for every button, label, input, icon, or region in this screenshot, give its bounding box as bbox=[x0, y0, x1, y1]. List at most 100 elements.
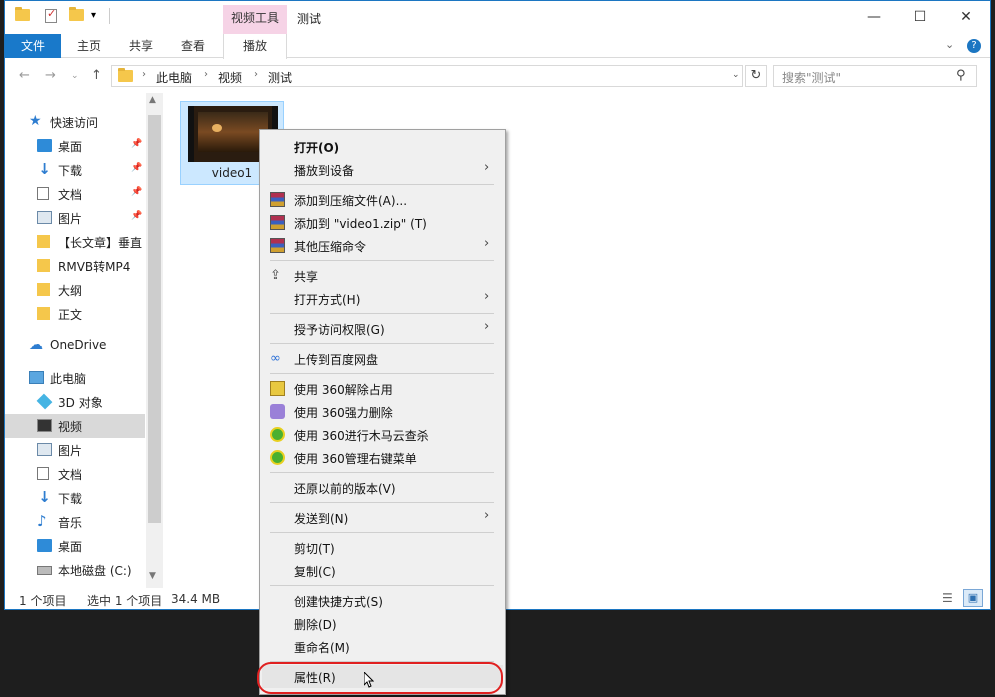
360-unlock-icon bbox=[270, 381, 285, 396]
nav-pane-scrollbar[interactable]: ▲ ▼ bbox=[146, 93, 163, 588]
music-icon: ♪ bbox=[37, 512, 47, 530]
sidebar-item-pictures-pc[interactable]: 图片 bbox=[5, 438, 145, 462]
close-button[interactable]: ✕ bbox=[943, 1, 989, 33]
sidebar-item-folder-rmvb[interactable]: RMVB转MP4 bbox=[5, 254, 145, 278]
menu-item-label: 使用 360进行木马云查杀 bbox=[294, 429, 429, 443]
pin-icon[interactable]: 📌 bbox=[131, 211, 142, 221]
menu-item-create-shortcut[interactable]: 创建快捷方式(S) bbox=[262, 589, 503, 612]
menu-item-delete[interactable]: 删除(D) bbox=[262, 612, 503, 635]
360-shred-icon bbox=[270, 404, 285, 419]
scrollbar-thumb[interactable] bbox=[148, 115, 161, 523]
sidebar-item-local-disk-c[interactable]: 本地磁盘 (C:) bbox=[5, 558, 145, 582]
pin-icon[interactable]: 📌 bbox=[131, 139, 142, 149]
breadcrumb-test[interactable]: 测试 bbox=[268, 69, 292, 86]
menu-item-label: 其他压缩命令 bbox=[294, 240, 367, 254]
tab-play[interactable]: 播放 bbox=[223, 34, 287, 59]
menu-item-copy[interactable]: 复制(C) bbox=[262, 559, 503, 582]
menu-item-open[interactable]: 打开(O) bbox=[262, 135, 503, 158]
submenu-chevron-icon: › bbox=[484, 236, 490, 251]
drive-icon bbox=[37, 566, 52, 575]
tab-view[interactable]: 查看 bbox=[169, 34, 217, 58]
up-arrow-icon[interactable]: ↑ bbox=[91, 68, 102, 83]
sidebar-item-videos[interactable]: 视频 bbox=[5, 414, 145, 438]
menu-item-give-access[interactable]: 授予访问权限(G) › bbox=[262, 317, 503, 340]
menu-item-upload-baidu[interactable]: ∞ 上传到百度网盘 bbox=[262, 347, 503, 370]
sidebar-item-downloads-pc[interactable]: ↓ 下载 bbox=[5, 486, 145, 510]
menu-item-360-manage-menu[interactable]: 使用 360管理右键菜单 bbox=[262, 446, 503, 469]
menu-item-label: 上传到百度网盘 bbox=[294, 353, 379, 367]
large-icons-view-icon[interactable]: ▣ bbox=[963, 589, 983, 607]
sidebar-item-desktop[interactable]: 桌面 📌 bbox=[5, 134, 145, 158]
sidebar-item-documents-pc[interactable]: 文档 bbox=[5, 462, 145, 486]
menu-item-add-to-archive[interactable]: 添加到压缩文件(A)... bbox=[262, 188, 503, 211]
address-dropdown-chevron-icon[interactable]: ⌄ bbox=[732, 70, 740, 80]
menu-item-cut[interactable]: 剪切(T) bbox=[262, 536, 503, 559]
sidebar-item-3d-objects[interactable]: 3D 对象 bbox=[5, 390, 145, 414]
sidebar-item-this-pc[interactable]: 此电脑 bbox=[5, 366, 145, 390]
pin-icon[interactable]: 📌 bbox=[131, 163, 142, 173]
sidebar-item-desktop-pc[interactable]: 桌面 bbox=[5, 534, 145, 558]
menu-item-label: 使用 360管理右键菜单 bbox=[294, 452, 417, 466]
menu-item-cast-to-device[interactable]: 播放到设备 › bbox=[262, 158, 503, 181]
address-bar[interactable]: › 此电脑 › 视频 › 测试 ⌄ bbox=[111, 65, 743, 87]
sidebar-item-folder-article[interactable]: 【长文章】垂直 bbox=[5, 230, 145, 254]
menu-item-send-to[interactable]: 发送到(N) › bbox=[262, 506, 503, 529]
sidebar-item-pictures[interactable]: 图片 📌 bbox=[5, 206, 145, 230]
search-input[interactable]: 搜索"测试" ⚲ bbox=[773, 65, 977, 87]
back-arrow-icon[interactable]: ← bbox=[19, 68, 30, 83]
scroll-up-arrow-icon[interactable]: ▲ bbox=[149, 95, 156, 105]
sidebar-item-quick-access[interactable]: ★ 快速访问 bbox=[5, 110, 145, 134]
menu-divider bbox=[270, 260, 494, 261]
sidebar-item-label: 3D 对象 bbox=[58, 396, 103, 410]
menu-item-rename[interactable]: 重命名(M) bbox=[262, 635, 503, 658]
quick-access-toolbar-dropdown-icon[interactable]: ▾ bbox=[91, 10, 96, 21]
sidebar-item-label: 【长文章】垂直 bbox=[58, 236, 143, 250]
tab-file[interactable]: 文件 bbox=[5, 34, 61, 58]
cloud-icon: ☁ bbox=[29, 337, 43, 353]
sidebar-item-downloads[interactable]: ↓ 下载 📌 bbox=[5, 158, 145, 182]
new-folder-icon[interactable] bbox=[69, 7, 84, 23]
sidebar-item-label: 快速访问 bbox=[50, 116, 99, 130]
breadcrumb-this-pc[interactable]: 此电脑 bbox=[156, 69, 192, 86]
sidebar-item-folder-outline[interactable]: 大纲 bbox=[5, 278, 145, 302]
maximize-button[interactable]: ☐ bbox=[897, 1, 943, 33]
details-view-icon[interactable]: ☰ bbox=[942, 591, 953, 605]
pin-icon[interactable]: 📌 bbox=[131, 187, 142, 197]
menu-item-add-to-zip[interactable]: 添加到 "video1.zip" (T) bbox=[262, 211, 503, 234]
help-icon[interactable]: ? bbox=[967, 39, 981, 53]
menu-item-360-unlock[interactable]: 使用 360解除占用 bbox=[262, 377, 503, 400]
minimize-button[interactable]: — bbox=[851, 1, 897, 33]
sidebar-item-music[interactable]: ♪ 音乐 bbox=[5, 510, 145, 534]
tab-home[interactable]: 主页 bbox=[65, 34, 113, 58]
sidebar-item-folder-body[interactable]: 正文 bbox=[5, 302, 145, 326]
scroll-down-arrow-icon[interactable]: ▼ bbox=[149, 571, 156, 581]
forward-arrow-icon[interactable]: → bbox=[45, 68, 56, 83]
menu-item-label: 还原以前的版本(V) bbox=[294, 482, 396, 496]
expand-ribbon-chevron-icon[interactable]: ⌄ bbox=[945, 38, 954, 51]
menu-item-other-compress[interactable]: 其他压缩命令 › bbox=[262, 234, 503, 257]
menu-divider bbox=[270, 373, 494, 374]
360-scan-icon bbox=[270, 427, 285, 442]
breadcrumb-chevron-icon[interactable]: › bbox=[254, 69, 258, 80]
sidebar-item-label: 下载 bbox=[58, 164, 83, 178]
menu-divider bbox=[270, 472, 494, 473]
menu-item-open-with[interactable]: 打开方式(H) › bbox=[262, 287, 503, 310]
360-scan-icon bbox=[270, 450, 285, 465]
tab-share[interactable]: 共享 bbox=[117, 34, 165, 58]
recent-locations-chevron-icon[interactable]: ⌄ bbox=[71, 71, 79, 81]
share-icon: ⇪ bbox=[270, 268, 281, 283]
breadcrumb-chevron-icon[interactable]: › bbox=[204, 69, 208, 80]
properties-icon[interactable] bbox=[45, 7, 59, 23]
breadcrumb-chevron-icon[interactable]: › bbox=[142, 69, 146, 80]
breadcrumb-videos[interactable]: 视频 bbox=[218, 69, 242, 86]
sidebar-item-documents[interactable]: 文档 📌 bbox=[5, 182, 145, 206]
menu-item-360-shred[interactable]: 使用 360强力删除 bbox=[262, 400, 503, 423]
menu-item-share[interactable]: ⇪ 共享 bbox=[262, 264, 503, 287]
refresh-button[interactable]: ↻ bbox=[745, 65, 767, 87]
sidebar-item-label: 文档 bbox=[58, 188, 83, 202]
sidebar-item-label: RMVB转MP4 bbox=[58, 260, 131, 274]
sidebar-item-onedrive[interactable]: ☁ OneDrive bbox=[5, 334, 145, 358]
menu-item-360-scan[interactable]: 使用 360进行木马云查杀 bbox=[262, 423, 503, 446]
folder-icon[interactable] bbox=[15, 7, 30, 23]
menu-item-restore-versions[interactable]: 还原以前的版本(V) bbox=[262, 476, 503, 499]
